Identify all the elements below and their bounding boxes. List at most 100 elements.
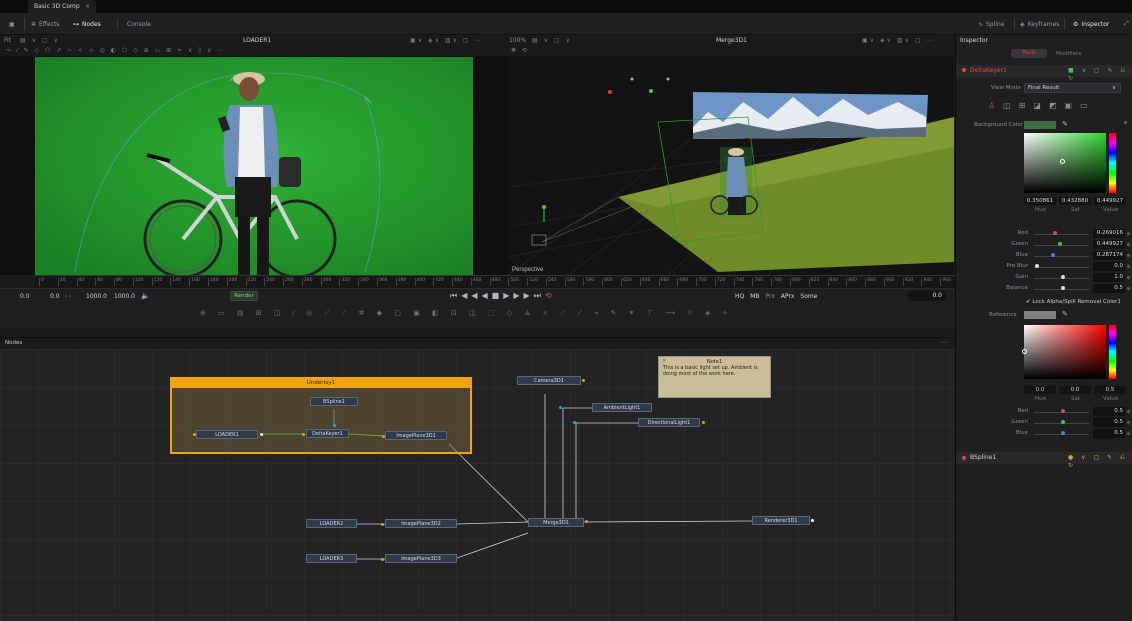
tool-header-deltakeyer1[interactable]: DeltaKeyer1 ■ ∨ ▢ ✎ ⎌ ↻ (956, 65, 1132, 82)
viewer-right-tools-icon[interactable]: ▣∨ ◈∨ ▥∨ ▢ ⋯ (862, 37, 934, 44)
aprx-toggle[interactable]: APrx (781, 293, 794, 300)
underlay-group[interactable]: Underlay1 (170, 377, 472, 454)
node-merge3d1[interactable]: Merge3D1 (528, 518, 584, 527)
slider-knob[interactable] (1052, 231, 1057, 235)
hq-toggle[interactable]: HQ (735, 293, 744, 300)
tool2-header-icons[interactable]: ● ∨ ▢ ✎ ⎌ ↻ (1068, 454, 1132, 469)
enable-dot-icon[interactable] (962, 456, 966, 460)
node-loader2[interactable]: LOADER2 (306, 519, 357, 528)
keyframe-icon[interactable] (1126, 242, 1131, 247)
eyedropper-icon[interactable]: ✎ (1062, 310, 1068, 318)
slider-knob[interactable] (1057, 242, 1062, 246)
hue-value-field[interactable]: 0.0 (1024, 386, 1056, 394)
reference-color-swatch[interactable] (1024, 311, 1056, 319)
port-dot[interactable] (582, 379, 585, 382)
viewer-right[interactable]: Perspective (508, 57, 954, 275)
slider-track[interactable] (1034, 256, 1089, 257)
eyedropper-icon[interactable]: ✎ (1062, 120, 1068, 128)
spline-button[interactable]: ∿ Spline (978, 18, 1004, 30)
color-picker-square[interactable] (1024, 133, 1106, 193)
keyframes-button[interactable]: ◈ Keyframes (1020, 18, 1059, 30)
render-end-field[interactable]: 1000.0 (86, 293, 107, 300)
viewer-right-transform-icon[interactable]: ✥ ⟲ (511, 47, 529, 54)
viewer-right-options-icon[interactable]: ▤ ∨ ▢ ∨ (532, 37, 572, 44)
play-reverse-icon[interactable]: ◀ (482, 291, 492, 300)
color-picker-square-2[interactable] (1022, 325, 1106, 379)
port-dot[interactable] (333, 424, 336, 427)
some-toggle[interactable]: Some (800, 293, 817, 300)
port-dot[interactable] (260, 433, 263, 436)
node-deltakeyer1[interactable]: DeltaKeyer1 (306, 429, 349, 438)
slider-value-field[interactable]: 0.5 (1093, 407, 1125, 416)
keyframe-icon[interactable] (1126, 264, 1131, 269)
node-bspline1[interactable]: BSpline1 (310, 397, 358, 406)
play-icon[interactable]: ▶ (503, 291, 513, 300)
loop-icon[interactable]: ⟲ (545, 291, 556, 300)
keyframe-icon[interactable] (1126, 431, 1131, 436)
keyframe-icon[interactable] (1126, 231, 1131, 236)
sat-value-field[interactable]: 0.0 (1059, 386, 1091, 394)
note-close-icon[interactable]: × (662, 358, 666, 364)
slider-value-field[interactable]: 0.449927 (1093, 240, 1125, 249)
port-dot[interactable] (559, 406, 562, 409)
global-start-field[interactable]: 0.0 (20, 293, 30, 300)
hue-value-field[interactable]: 0.350861 (1024, 197, 1056, 205)
sat-value-field[interactable]: 0.432880 (1059, 197, 1091, 205)
skip-end-icon[interactable]: ⏭ (534, 291, 545, 300)
slider-value-field[interactable]: 0.5 (1093, 284, 1125, 293)
stop-icon[interactable]: ■ (492, 291, 504, 300)
sub-tab-icons[interactable]: ♙◫⊞◪◩▣▭ (988, 101, 1096, 110)
enable-dot-icon[interactable] (962, 68, 966, 72)
node-imageplane3d2[interactable]: ImagePlane3D2 (385, 519, 457, 528)
port-dot[interactable] (381, 558, 384, 561)
tool-palette-icons[interactable]: ⊕ ▭ ▤ ⊞ ◫ ⁄ ◎ ⟋ ⟋ ✲ ◆ ▢ ▣ ◧ ⊡ ◫ ⬚ ◇ ⟁ ⋏ … (200, 309, 732, 318)
inspector-button[interactable]: ⚙ Inspector (1073, 18, 1109, 30)
slider-knob[interactable] (1060, 431, 1065, 435)
render-button[interactable]: Render (230, 291, 258, 301)
view-mode-select[interactable]: Final Result ∨ (1024, 83, 1121, 93)
node-graph[interactable]: Underlay1 × Note1 This is a basic light … (0, 349, 955, 621)
nodes-menu-icon[interactable]: ⋯ (940, 339, 946, 346)
slider-knob[interactable] (1060, 409, 1065, 413)
speaker-icon[interactable]: 🔈 (141, 292, 150, 300)
current-frame-field[interactable]: 0.0 (908, 291, 946, 301)
slider-value-field[interactable]: 0.5 (1093, 418, 1125, 427)
slider-knob[interactable] (1060, 275, 1065, 279)
slider-track[interactable] (1034, 267, 1089, 268)
color-picker-cursor[interactable] (1022, 349, 1027, 354)
node-ambientlight1[interactable]: AmbientLight1 (592, 403, 652, 412)
step-back-icon[interactable]: ◀◀ (461, 291, 481, 300)
port-dot[interactable] (573, 421, 576, 424)
node-loader1[interactable]: LOADER1 (196, 430, 258, 439)
prx-toggle[interactable]: Prx (766, 293, 775, 300)
color-picker-cursor[interactable] (1060, 159, 1065, 164)
val-value-field[interactable]: 0.449927 (1094, 197, 1126, 205)
slider-value-field[interactable]: 0.5 (1093, 429, 1125, 438)
document-tab[interactable]: Basic 3D Comp ✕ (28, 0, 96, 13)
tool-header-icons[interactable]: ■ ∨ ▢ ✎ ⎌ ↻ (1068, 67, 1132, 82)
effects-button[interactable]: ✲ Effects (31, 18, 59, 30)
node-camera3d1[interactable]: Camera3D1 (517, 376, 581, 385)
node-imageplane3d1[interactable]: ImagePlane3D1 (385, 431, 447, 440)
tool-header-bspline1[interactable]: BSpline1 ● ∨ ▢ ✎ ⎌ ↻ (956, 452, 1132, 469)
node-directionallight1[interactable]: DirectionalLight1 (638, 418, 700, 427)
slider-track[interactable] (1034, 234, 1089, 235)
background-color-swatch[interactable] (1024, 121, 1056, 129)
val-value-field[interactable]: 0.5 (1094, 386, 1126, 394)
mb-toggle[interactable]: MB (750, 293, 759, 300)
node-loader3[interactable]: LOADER3 (306, 554, 357, 563)
keyframe-icon[interactable] (1126, 275, 1131, 280)
keyframe-icon[interactable] (1126, 253, 1131, 258)
keyframe-icon[interactable] (1126, 420, 1131, 425)
slider-value-field[interactable]: 1.0 (1093, 273, 1125, 282)
keyframe-icon[interactable] (1126, 286, 1131, 291)
node-imageplane3d3[interactable]: ImagePlane3D3 (385, 554, 457, 563)
render-start-field[interactable]: 0.0 (50, 293, 60, 300)
node-renderer3d1[interactable]: Renderer3D1 (752, 516, 810, 525)
slider-knob[interactable] (1060, 286, 1065, 290)
port-dot[interactable] (381, 523, 384, 526)
slider-value-field[interactable]: 0.287174 (1093, 251, 1125, 260)
step-forward-icon[interactable]: ▶▶ (513, 291, 533, 300)
viewer-left-toolbar-icon[interactable]: ⤳ ⁄ ✎ ◇ ⬠ ↗ ⌒ ✧ ⊹ ◎ ◐ ⬡ ◇ ⊕ ▭ ⊞ ≈ ∨ ◊ ∨ … (6, 47, 225, 55)
slider-value-field[interactable]: 0.0 (1093, 262, 1125, 271)
